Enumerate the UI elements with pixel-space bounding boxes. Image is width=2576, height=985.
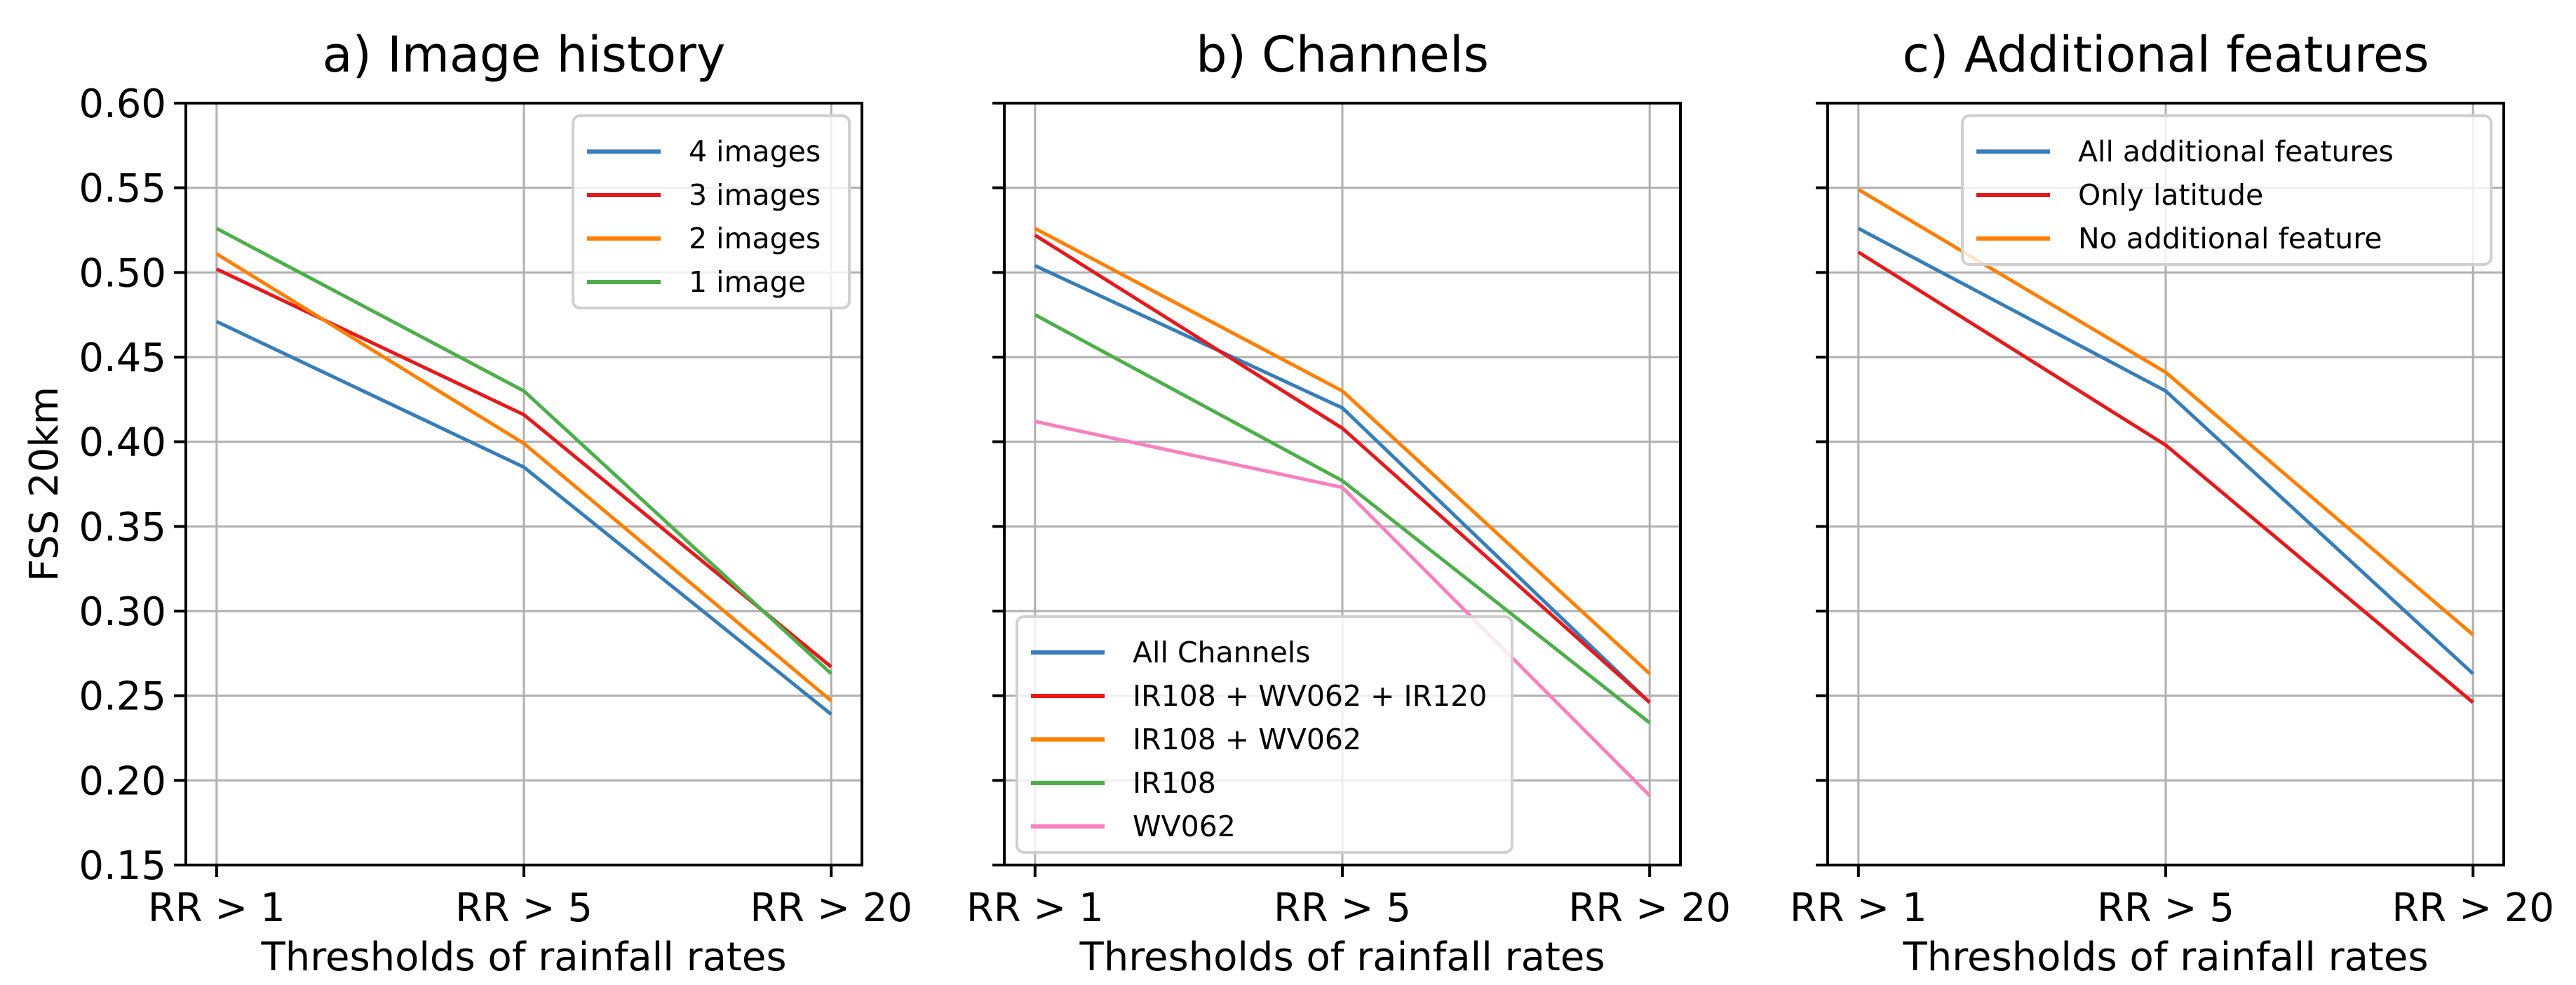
- x-tick-label: RR > 5: [2097, 885, 2234, 931]
- panel-title: b) Channels: [1196, 26, 1489, 83]
- x-tick-label: RR > 20: [1568, 885, 1731, 931]
- x-tick-label: RR > 5: [455, 885, 593, 931]
- y-tick-label: 0.55: [79, 166, 166, 212]
- x-tick-label: RR > 20: [750, 885, 912, 931]
- x-axis-label: Thresholds of rainfall rates: [1903, 934, 2429, 980]
- y-tick-label: 0.30: [79, 589, 166, 635]
- y-tick-label: 0.35: [79, 504, 166, 550]
- x-tick-label: RR > 20: [2392, 885, 2554, 931]
- legend-label: 2 images: [689, 222, 821, 255]
- legend-label: IR108 + WV062: [1133, 723, 1361, 756]
- y-tick-label: 0.45: [79, 335, 166, 381]
- y-tick-label: 0.60: [79, 81, 166, 127]
- x-tick-label: RR > 5: [1274, 885, 1411, 931]
- legend-label: IR108: [1133, 766, 1216, 800]
- panel-c: c) Additional features RR > 1 RR > 5 RR > 2…: [1790, 26, 2554, 980]
- panel-b: b) Channels RR > 1 RR > 5 RR > 20Thresholds…: [966, 26, 1731, 980]
- legend-label: No additional feature: [2078, 222, 2382, 255]
- panel-title: a) Image history: [323, 26, 726, 83]
- panel-title: c) Additional features: [1903, 26, 2429, 83]
- legend: All Channels IR108 + WV062 + IR120 IR108 +…: [1016, 615, 1513, 854]
- y-tick-label: 0.20: [79, 758, 166, 804]
- legend-label: 3 images: [689, 178, 821, 212]
- x-axis-label: Thresholds of rainfall rates: [1079, 934, 1605, 980]
- panels: a) Image history 0.15 0.20 0.25 0.30 0.35 0.40…: [79, 26, 2554, 980]
- legend: 4 images 3 images 2 images 1 image: [572, 114, 851, 309]
- legend-label: WV062: [1133, 810, 1236, 843]
- legend-label: Only latitude: [2078, 178, 2263, 212]
- legend-label: 4 images: [689, 135, 821, 168]
- y-axis-label: FSS 20km: [22, 387, 67, 582]
- y-tick-label: 0.15: [79, 843, 166, 889]
- y-tick-label: 0.25: [79, 674, 166, 720]
- legend-label: IR108 + WV062 + IR120: [1133, 679, 1487, 713]
- y-tick-label: 0.50: [79, 250, 166, 296]
- x-tick-label: RR > 1: [966, 885, 1104, 931]
- x-axis-label: Thresholds of rainfall rates: [261, 934, 787, 980]
- x-tick-label: RR > 1: [1790, 885, 1927, 931]
- legend-label: All Channels: [1133, 636, 1311, 669]
- legend-label: 1 image: [689, 265, 806, 299]
- legend-label: All additional features: [2078, 135, 2394, 168]
- panel-a: a) Image history 0.15 0.20 0.25 0.30 0.35 0.40…: [79, 26, 912, 980]
- y-tick-label: 0.40: [79, 420, 166, 466]
- x-tick-label: RR > 1: [148, 885, 285, 931]
- legend: All additional features Only latitude No a…: [1961, 114, 2493, 266]
- figure: FSS 20km a) Image history 0.15 0.20 0.25 0.3…: [22, 26, 2554, 980]
